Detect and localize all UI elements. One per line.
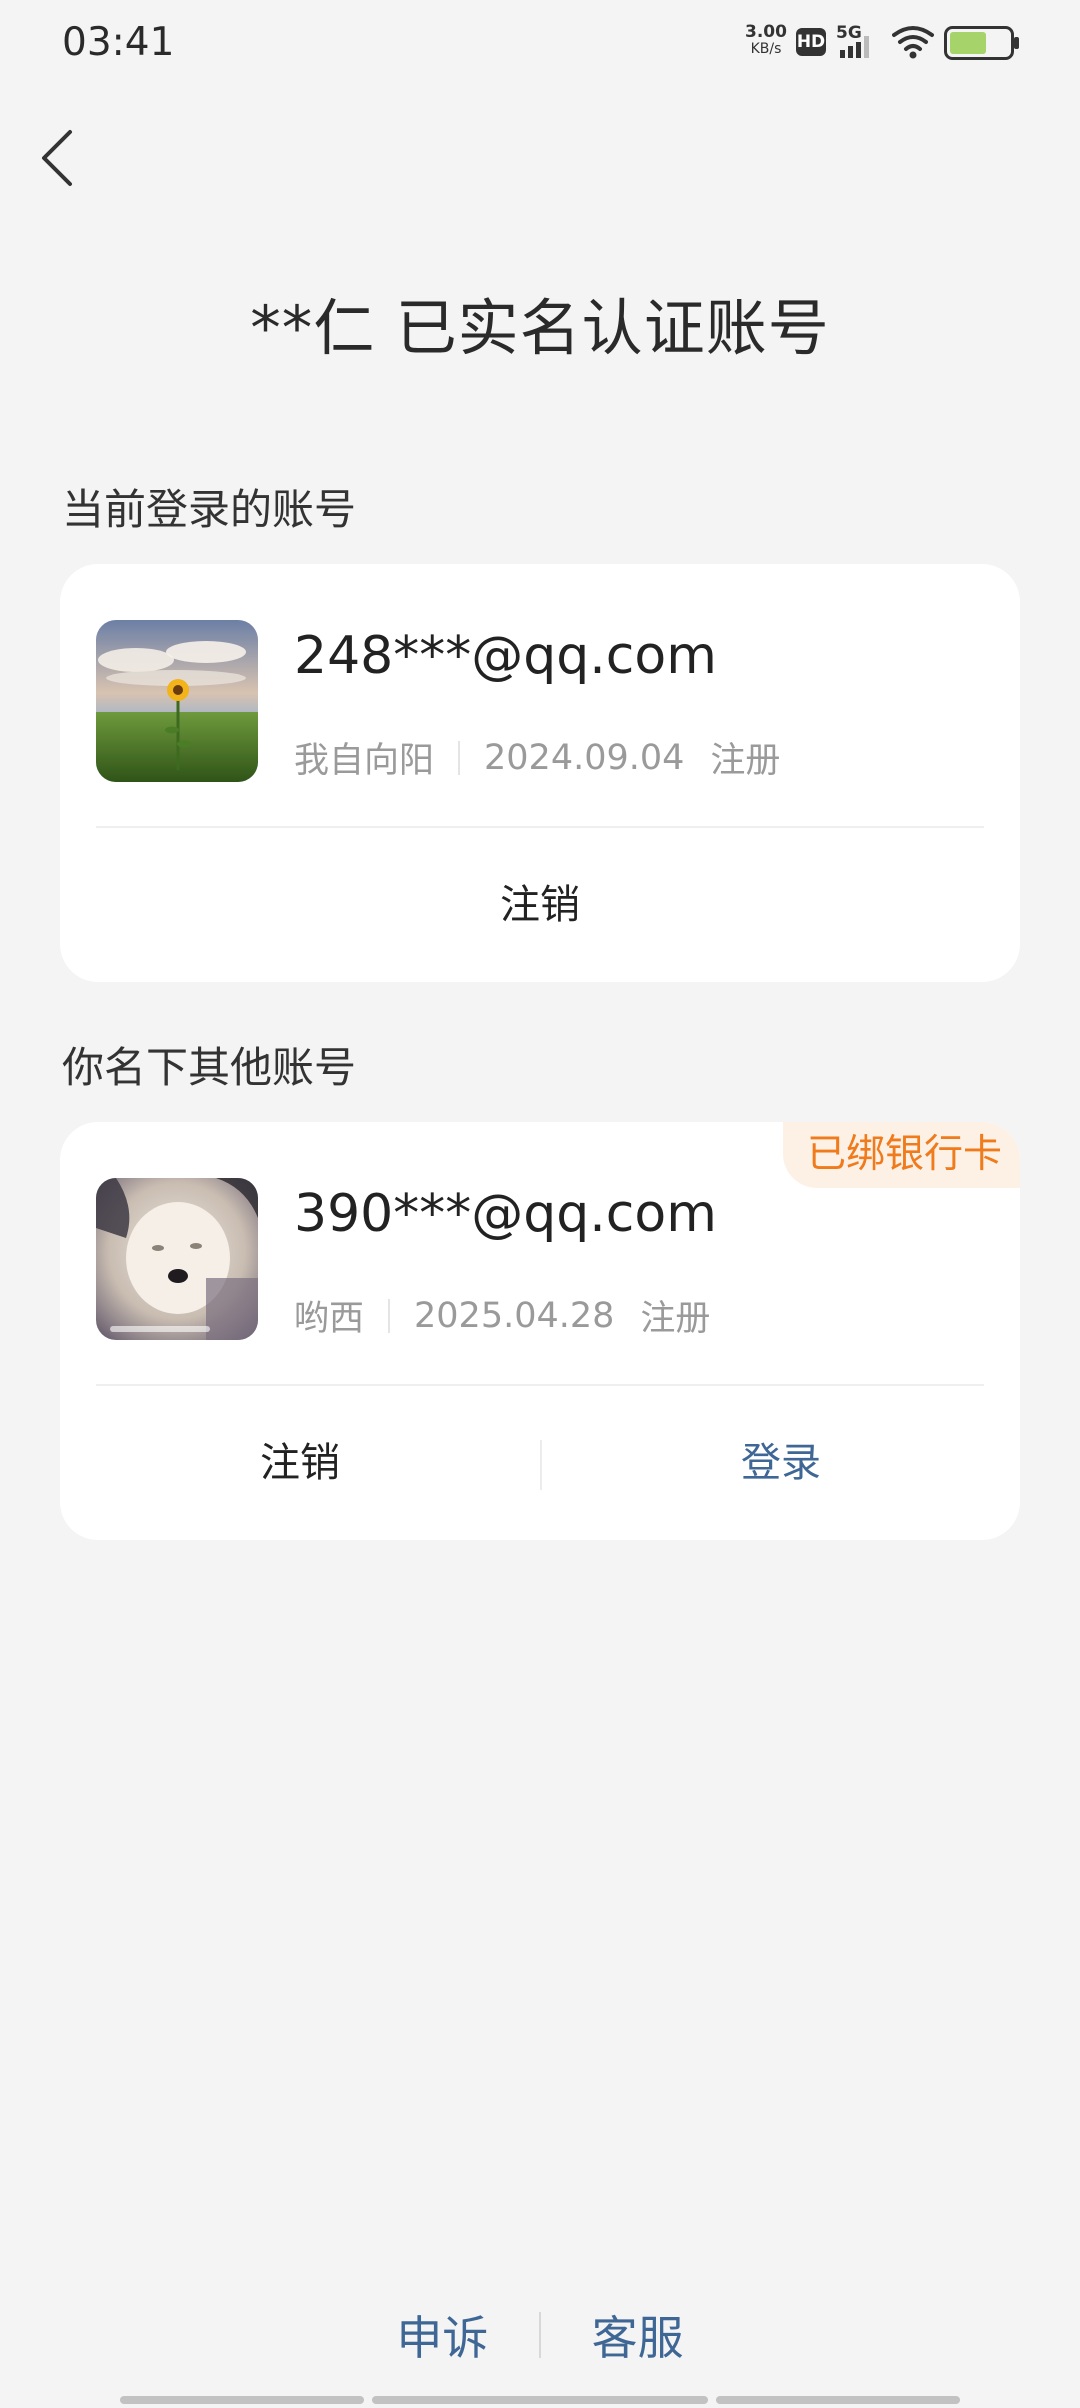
sunflower-avatar-image [96,620,258,782]
meta-divider [388,1298,391,1333]
register-label: 注册 [710,741,781,781]
meta-divider [458,740,461,775]
nav-handle-segment [716,2396,960,2404]
current-account-section-label: 当前登录的账号 [62,485,357,534]
account-email: 248***@qq.com [294,626,717,686]
account-meta: 哟西 2025.04.28 注册 [294,1290,710,1341]
current-account-card: 248***@qq.com 我自向阳 2024.09.04 注册 注销 [60,564,1020,982]
back-button[interactable] [30,118,94,198]
signal-5g-icon: 5G [836,23,869,58]
nav-handle-segment [372,2396,708,2404]
account-email: 390***@qq.com [294,1184,717,1244]
page-title: **仁 已实名认证账号 [250,293,830,364]
logout-other-button[interactable]: 注销 [60,1386,540,1540]
footer-separator [539,2312,541,2358]
account-meta: 我自向阳 2024.09.04 注册 [294,732,780,783]
status-bar: 03:41 3.00 KB/s HD 5G [0,0,1080,90]
other-account-card: 已绑银行卡 390***@qq.com 哟西 2025.04.28 注册 注销 … [60,1122,1020,1540]
signal-label: 5G [836,23,862,43]
cat-avatar-image [96,1178,258,1340]
register-date: 2025.04.28 [414,1295,615,1336]
network-speed-value: 3.00 [745,22,787,42]
page: 03:41 3.00 KB/s HD 5G **仁 已实名认证账号 当前登录的账… [0,0,1080,2408]
account-nickname: 哟西 [294,1299,365,1339]
footer-links: 申诉 客服 [0,2302,1080,2368]
network-speed-unit: KB/s [750,41,782,57]
network-speed: 3.00 KB/s [742,24,790,58]
hd-icon: HD [796,28,826,56]
nav-handle-segment [120,2396,364,2404]
avatar [96,1178,258,1340]
avatar [96,620,258,782]
chevron-left-icon [42,130,72,186]
register-date: 2024.09.04 [484,737,685,778]
account-nickname: 我自向阳 [294,741,435,781]
logout-current-button[interactable]: 注销 [60,828,1020,982]
status-time: 03:41 [62,20,175,65]
bank-card-bound-badge: 已绑银行卡 [782,1122,1020,1188]
login-other-button[interactable]: 登录 [542,1386,1020,1540]
customer-service-link[interactable]: 客服 [592,2302,684,2368]
battery-icon [944,26,1019,60]
appeal-link[interactable]: 申诉 [396,2302,488,2368]
other-accounts-section-label: 你名下其他账号 [62,1043,357,1092]
register-label: 注册 [640,1299,711,1339]
wifi-icon [892,26,934,59]
